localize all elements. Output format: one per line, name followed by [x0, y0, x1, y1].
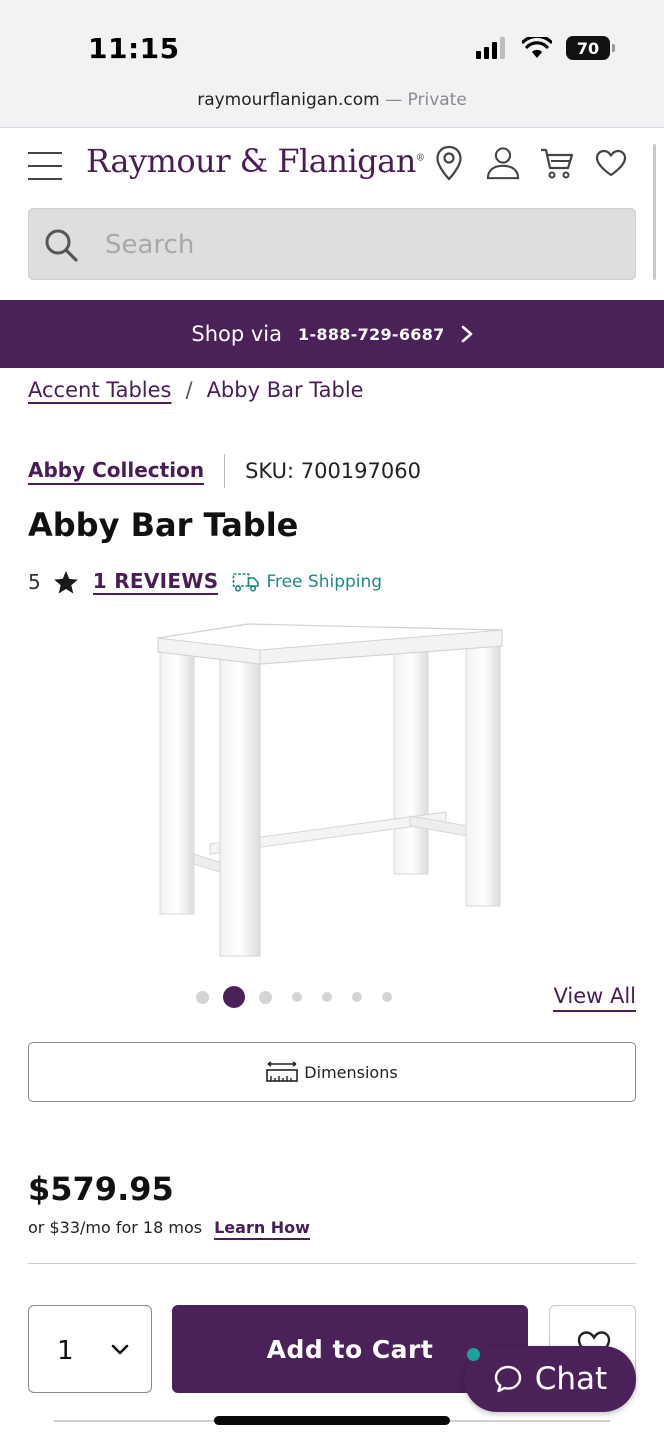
- url-bar[interactable]: raymourflanigan.com — Private: [0, 90, 664, 110]
- sku-label: SKU: 700197060: [245, 459, 421, 483]
- carousel-dot[interactable]: [352, 992, 362, 1002]
- chat-bubble-icon: [494, 1365, 521, 1393]
- cellular-signal-icon: [476, 37, 505, 59]
- quantity-select[interactable]: 1: [28, 1305, 152, 1393]
- menu-icon[interactable]: [28, 152, 62, 180]
- dimensions-label: Dimensions: [304, 1062, 398, 1082]
- carousel-dot[interactable]: [223, 986, 245, 1008]
- collection-link[interactable]: Abby Collection: [28, 458, 205, 485]
- promo-text: Shop via: [191, 322, 283, 346]
- breadcrumb-accent-tables[interactable]: Accent Tables: [28, 378, 171, 402]
- quantity-value: 1: [57, 1336, 74, 1366]
- view-all-link[interactable]: View All: [553, 984, 636, 1012]
- search-icon[interactable]: [43, 227, 79, 263]
- breadcrumb-current: Abby Bar Table: [206, 378, 364, 402]
- home-indicator[interactable]: [214, 1416, 450, 1425]
- chat-status-indicator: [467, 1348, 480, 1361]
- product-image[interactable]: [150, 616, 514, 966]
- page-scrollbar[interactable]: [653, 144, 656, 280]
- rating-value: 5: [28, 570, 41, 594]
- chat-label: Chat: [534, 1361, 608, 1397]
- battery-icon: 70: [566, 36, 615, 60]
- chevron-right-icon: [461, 325, 472, 343]
- free-shipping-badge: Free Shipping: [232, 571, 382, 593]
- carousel-dot[interactable]: [259, 990, 272, 1004]
- free-shipping-text: Free Shipping: [266, 572, 383, 592]
- shop-via-phone-banner[interactable]: Shop via 1-888-729-6687: [0, 300, 664, 368]
- breadcrumb-separator: /: [185, 378, 193, 402]
- heart-icon[interactable]: [594, 144, 628, 182]
- ruler-icon: [266, 1061, 299, 1082]
- divider: [224, 454, 226, 488]
- financing-text: or $33/mo for 18 mos: [28, 1218, 203, 1237]
- status-time: 11:15: [88, 32, 180, 65]
- search-bar[interactable]: [28, 208, 636, 280]
- status-icons: 70: [476, 36, 615, 60]
- private-label: — Private: [379, 90, 467, 110]
- chat-button[interactable]: Chat: [464, 1346, 636, 1412]
- carousel-dot[interactable]: [196, 990, 209, 1004]
- wifi-icon: [522, 37, 552, 58]
- site-logo[interactable]: Raymour & Flanigan®: [86, 142, 425, 180]
- location-pin-icon[interactable]: [432, 144, 466, 182]
- image-carousel-dots: [176, 986, 392, 1008]
- search-input[interactable]: [105, 221, 605, 269]
- carousel-dot[interactable]: [382, 992, 392, 1002]
- header-icons: [432, 144, 628, 182]
- url-domain: raymourflanigan.com: [197, 90, 380, 110]
- divider: [28, 1263, 636, 1264]
- promo-phone[interactable]: 1-888-729-6687: [298, 325, 445, 344]
- browser-chrome: 11:15 70 raymourflanigan.com — Private: [0, 0, 664, 128]
- product-title: Abby Bar Table: [28, 506, 299, 544]
- breadcrumb: Accent Tables / Abby Bar Table: [28, 378, 364, 402]
- chevron-down-icon: [111, 1344, 129, 1355]
- learn-how-link[interactable]: Learn How: [214, 1218, 310, 1240]
- cart-icon[interactable]: [540, 144, 574, 182]
- carousel-dot[interactable]: [292, 992, 302, 1002]
- collection-sku-row: Abby Collection SKU: 700197060: [28, 454, 421, 488]
- star-icon: [53, 570, 78, 593]
- product-price: $579.95: [28, 1170, 174, 1208]
- financing-row: or $33/mo for 18 mos Learn How: [28, 1218, 310, 1240]
- carousel-dot[interactable]: [322, 992, 332, 1002]
- rating-row: 5 1 REVIEWS Free Shipping: [28, 566, 382, 598]
- reviews-link[interactable]: 1 REVIEWS: [92, 569, 219, 595]
- dimensions-button[interactable]: Dimensions: [28, 1042, 636, 1102]
- account-icon[interactable]: [486, 144, 520, 182]
- site-header: Raymour & Flanigan®: [0, 128, 664, 300]
- delivery-truck-icon: [233, 573, 260, 592]
